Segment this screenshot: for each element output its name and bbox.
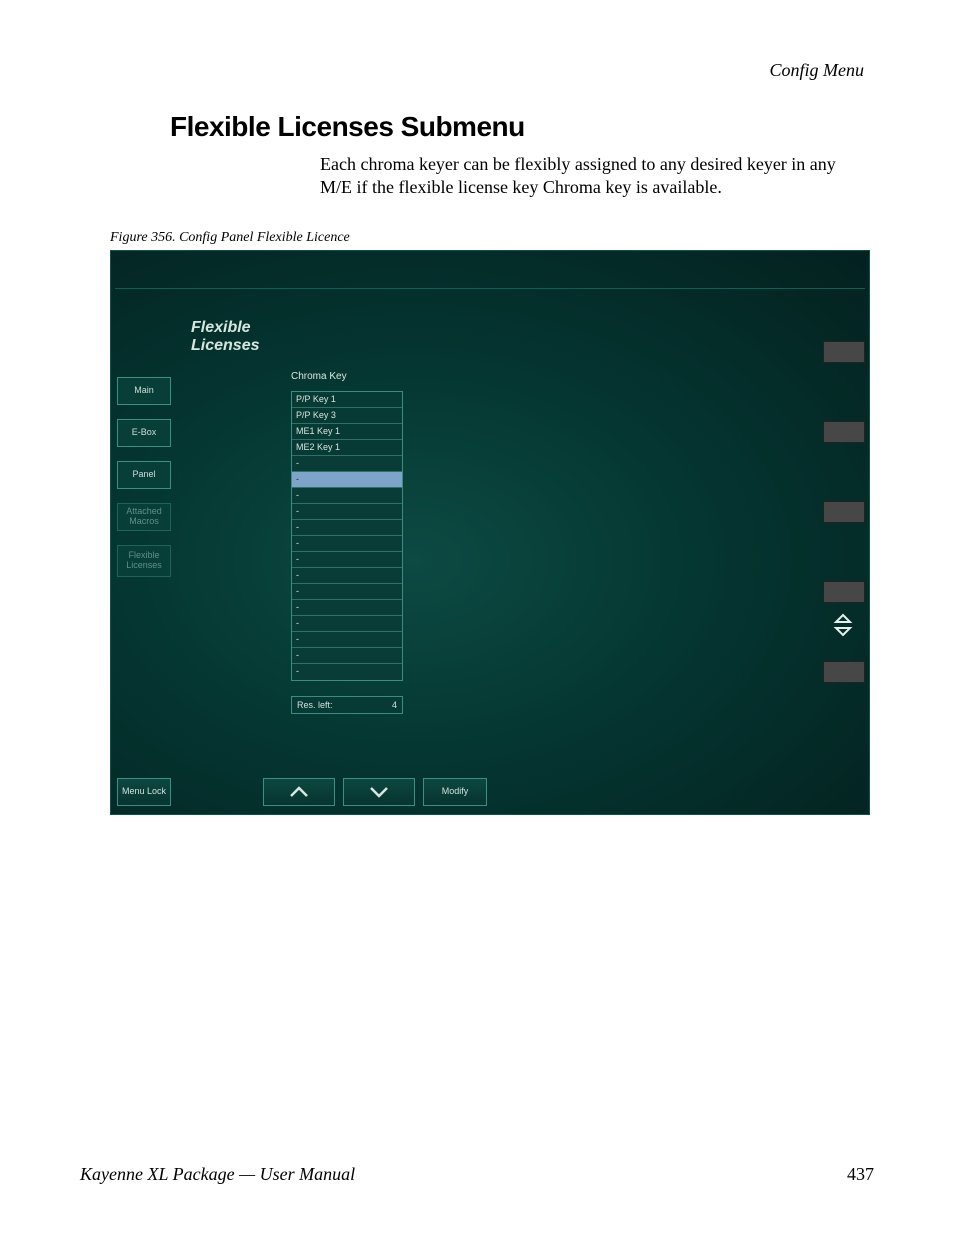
intro-paragraph: Each chroma keyer can be flexibly assign… [320,153,854,200]
tab-attached-macros[interactable]: Attached Macros [117,503,171,531]
res-left-label: Res. left: [297,700,333,710]
page-number: 437 [847,1164,874,1185]
list-item[interactable]: P/P Key 1 [292,392,402,408]
section-title: Flexible Licenses Submenu [170,111,874,143]
menu-lock-button[interactable]: Menu Lock [117,778,171,806]
knob-4[interactable] [823,581,865,603]
list-item[interactable]: - [292,568,402,584]
list-item[interactable]: - [292,536,402,552]
right-knob-column [817,301,869,801]
column-header-chroma-key: Chroma Key [291,371,347,382]
panel-title-line1: Flexible [191,319,251,336]
knob-5[interactable] [823,661,865,683]
list-item[interactable]: P/P Key 3 [292,408,402,424]
panel-title: Flexible Licenses [191,319,259,356]
knob-2[interactable] [823,421,865,443]
page-footer: Kayenne XL Package — User Manual 437 [80,1164,874,1185]
left-tabs: Main E-Box Panel Attached Macros Flexibl… [117,377,171,591]
list-item-selected[interactable]: - [292,472,402,488]
list-item[interactable]: - [292,616,402,632]
list-item[interactable]: - [292,648,402,664]
footer-product: Kayenne XL Package — User Manual [80,1164,355,1185]
updown-arrow-icon[interactable] [829,613,857,638]
list-item[interactable]: - [292,504,402,520]
tab-ebox[interactable]: E-Box [117,419,171,447]
tab-main[interactable]: Main [117,377,171,405]
panel-top-bar [115,255,865,289]
panel-title-line2: Licenses [191,337,259,354]
list-item[interactable]: - [292,488,402,504]
list-item[interactable]: - [292,632,402,648]
list-item[interactable]: ME1 Key 1 [292,424,402,440]
config-panel-screenshot: Flexible Licenses Main E-Box Panel Attac… [110,250,870,815]
breadcrumb: Config Menu [80,60,874,81]
list-item[interactable]: - [292,456,402,472]
list-item[interactable]: - [292,552,402,568]
chroma-key-listbox[interactable]: P/P Key 1 P/P Key 3 ME1 Key 1 ME2 Key 1 … [291,391,403,681]
modify-button[interactable]: Modify [423,778,487,806]
bottom-bar: Menu Lock Modify [117,778,487,806]
list-item[interactable]: - [292,520,402,536]
tab-flexible-licenses[interactable]: Flexible Licenses [117,545,171,577]
list-item[interactable]: - [292,664,402,680]
tab-panel[interactable]: Panel [117,461,171,489]
knob-1[interactable] [823,341,865,363]
res-left-value: 4 [392,700,397,710]
list-item[interactable]: ME2 Key 1 [292,440,402,456]
up-arrow-button[interactable] [263,778,335,806]
down-arrow-button[interactable] [343,778,415,806]
figure-caption: Figure 356. Config Panel Flexible Licenc… [110,230,874,246]
res-left-row: Res. left: 4 [291,696,403,714]
list-item[interactable]: - [292,600,402,616]
list-item[interactable]: - [292,584,402,600]
knob-3[interactable] [823,501,865,523]
